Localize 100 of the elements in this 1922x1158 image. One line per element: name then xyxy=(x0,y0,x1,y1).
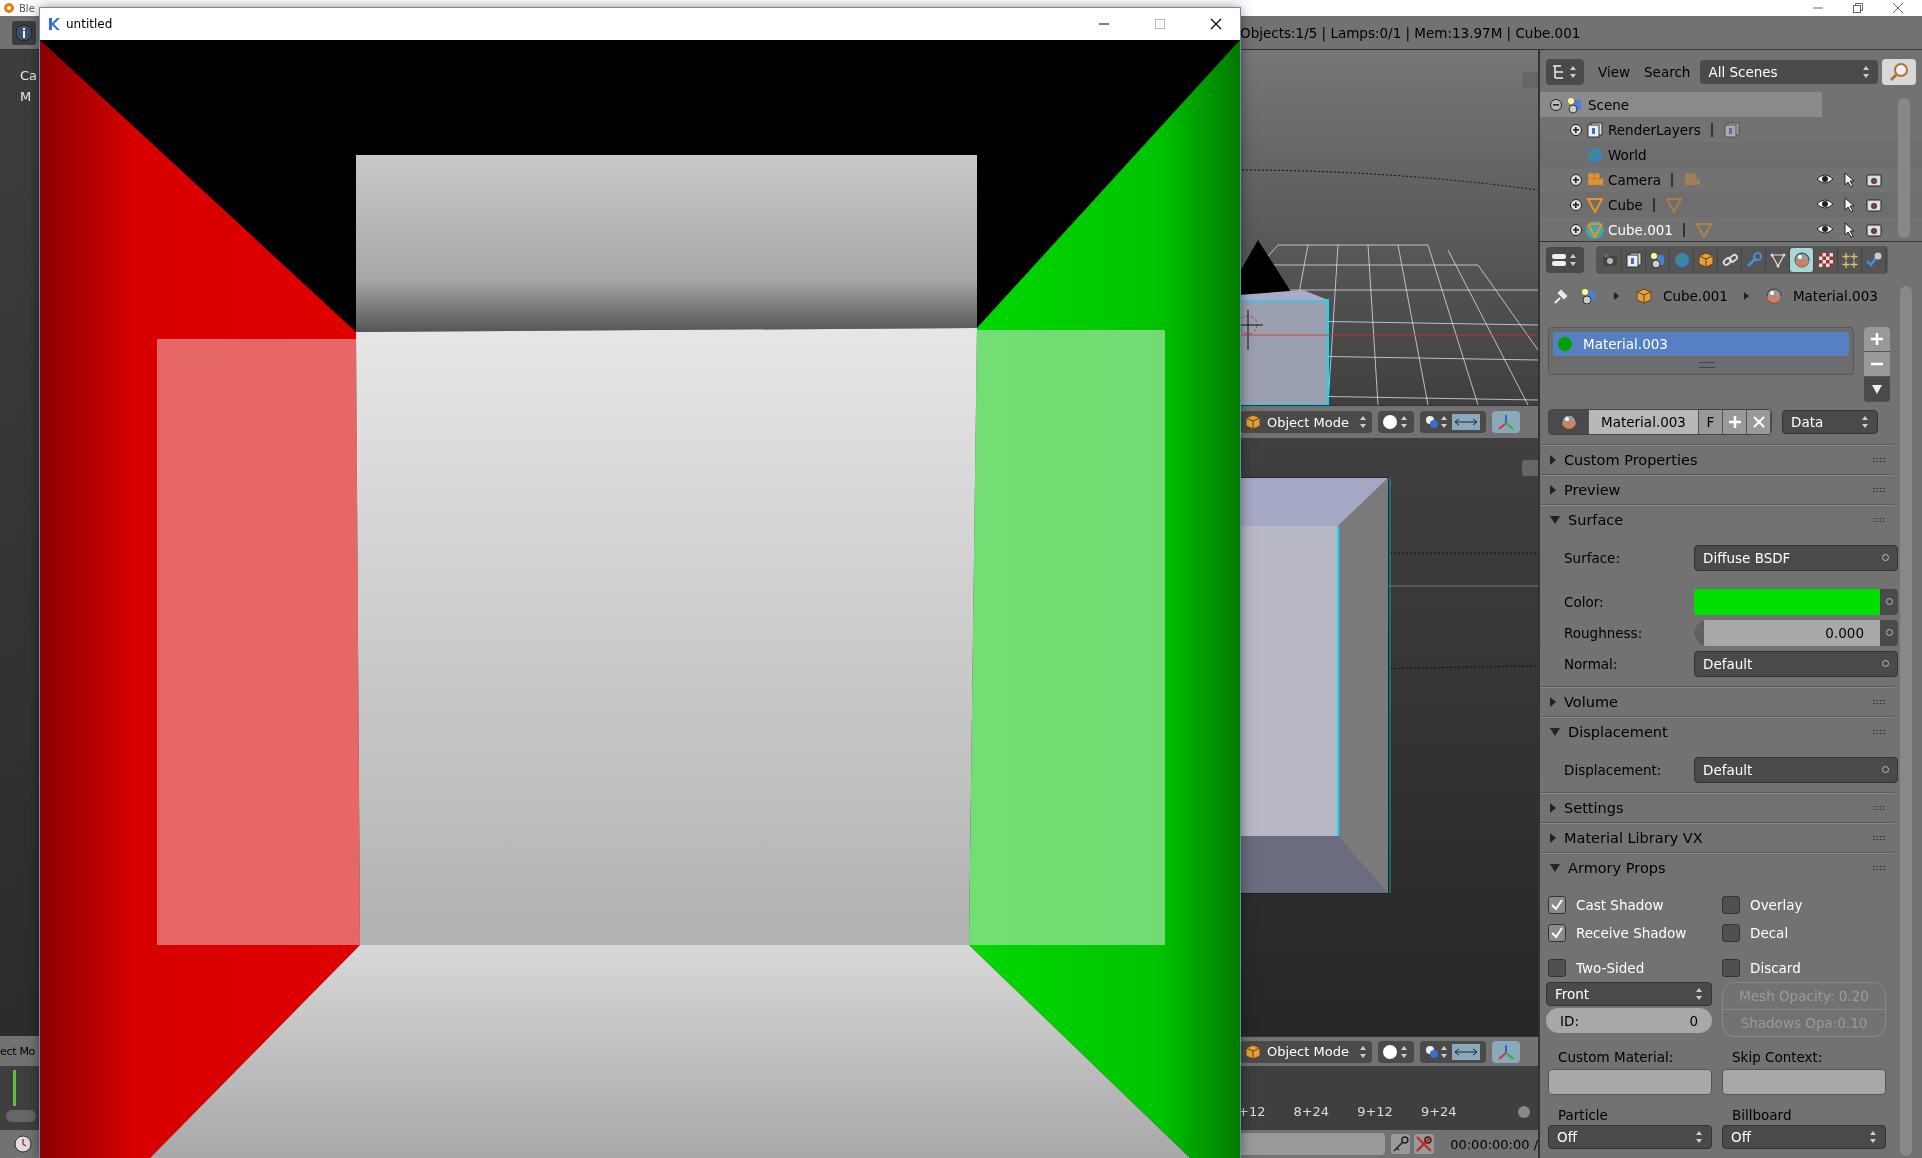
scene-filter-dropdown[interactable]: All Scenes xyxy=(1700,60,1878,84)
manipulator-toggle[interactable] xyxy=(1492,1040,1520,1063)
unlink-button[interactable] xyxy=(1747,410,1771,435)
fake-user-button[interactable]: F xyxy=(1699,410,1723,435)
checkbox[interactable]: Two-Sided xyxy=(1548,954,1712,983)
checkbox[interactable]: Cast Shadow xyxy=(1548,891,1712,920)
browse-material-button[interactable] xyxy=(1549,410,1589,435)
panel-header[interactable]: Settings xyxy=(1540,792,1894,823)
text-input-field[interactable] xyxy=(1548,1069,1712,1096)
checkbox[interactable]: Overlay xyxy=(1722,891,1886,920)
pivot-dropdown[interactable] xyxy=(1420,411,1486,433)
pointer-icon[interactable] xyxy=(1843,196,1857,213)
socket-button[interactable] xyxy=(1880,588,1898,615)
new-material-button[interactable] xyxy=(1723,410,1747,435)
expand-toggle[interactable] xyxy=(1570,123,1582,136)
tree-item-label[interactable]: Scene xyxy=(1588,96,1630,113)
pointer-icon[interactable] xyxy=(1843,221,1857,238)
panel-header[interactable]: Preview xyxy=(1540,474,1894,505)
add-slot-button[interactable] xyxy=(1864,327,1890,353)
menu-item[interactable]: Search xyxy=(1644,64,1691,80)
frame-tick-label: 9+12 xyxy=(1357,1104,1393,1119)
updown-arrows-icon xyxy=(1695,1130,1703,1145)
key-icon[interactable] xyxy=(1390,1134,1411,1154)
tree-item-label[interactable]: Cube.001 xyxy=(1608,221,1673,238)
shapes-icon xyxy=(1648,250,1667,269)
roughness-slider[interactable]: 0.000 xyxy=(1694,619,1880,646)
camera-icon[interactable] xyxy=(1866,221,1882,238)
camera-icon[interactable] xyxy=(1866,196,1882,213)
panel-header[interactable]: Volume xyxy=(1540,686,1894,717)
link-dropdown[interactable]: Data xyxy=(1782,410,1878,435)
checkbox[interactable]: Discard xyxy=(1722,954,1886,983)
keying-set-field[interactable] xyxy=(1238,1133,1385,1155)
manipulator-toggle[interactable] xyxy=(1492,411,1520,433)
material-name-field[interactable]: Material.003 xyxy=(1589,410,1699,435)
eye-icon[interactable] xyxy=(1816,171,1834,186)
panel-header[interactable]: Custom Properties xyxy=(1540,444,1894,475)
face-dropdown[interactable]: Front xyxy=(1546,982,1712,1007)
frame-tick-label: +12 xyxy=(1238,1104,1266,1119)
updown-arrows-icon xyxy=(1695,987,1703,1002)
menu-item[interactable]: View xyxy=(1598,64,1631,80)
expand-toggle[interactable] xyxy=(1570,173,1582,186)
expand-toggle[interactable] xyxy=(1570,198,1582,211)
shading-dropdown[interactable] xyxy=(1378,411,1414,433)
option-dropdown[interactable]: Off xyxy=(1548,1125,1712,1150)
close-icon[interactable] xyxy=(1210,18,1222,30)
remove-slot-button[interactable] xyxy=(1864,352,1890,378)
display-mode-dropdown[interactable] xyxy=(1546,59,1584,85)
pin-icon[interactable] xyxy=(1552,287,1570,306)
shading-dropdown[interactable] xyxy=(1378,1040,1414,1063)
text-input-field[interactable] xyxy=(1722,1069,1886,1096)
pointer-icon[interactable] xyxy=(1843,171,1857,188)
collapse-toggle[interactable] xyxy=(1550,98,1562,111)
mode-label: ect Mo xyxy=(0,1044,36,1058)
checkbox[interactable]: Receive Shadow xyxy=(1548,919,1712,948)
search-button[interactable] xyxy=(1882,59,1916,85)
pivot-dropdown[interactable] xyxy=(1420,1040,1486,1063)
window-title: untitled xyxy=(66,17,113,31)
tree-item-label[interactable]: Cube xyxy=(1608,196,1643,213)
tree-item-label[interactable]: RenderLayers xyxy=(1608,121,1701,138)
shapes-icon xyxy=(1580,287,1598,306)
panel-header[interactable]: Armory Props xyxy=(1540,852,1894,883)
panel-header[interactable]: Displacement xyxy=(1540,716,1894,747)
node-dropdown[interactable]: Default xyxy=(1694,650,1898,677)
updown-arrows-icon xyxy=(1861,415,1869,430)
tree-item-label[interactable]: Camera xyxy=(1608,171,1661,188)
material-slot[interactable]: Material.003 xyxy=(1553,332,1849,357)
updown-arrows-icon xyxy=(1862,65,1870,79)
mode-dropdown[interactable]: Object Mode xyxy=(1240,1040,1372,1063)
plus-icon xyxy=(1870,332,1884,347)
tree-item-label[interactable]: World xyxy=(1608,146,1647,163)
eye-icon[interactable] xyxy=(1816,196,1834,211)
clock-icon[interactable] xyxy=(14,1135,32,1153)
sphere-icon xyxy=(1764,287,1783,306)
socket-button[interactable] xyxy=(1880,619,1898,646)
restore-icon[interactable] xyxy=(1852,2,1864,14)
app-title: Ble xyxy=(19,2,35,14)
expand-toggle[interactable] xyxy=(1570,223,1582,236)
id-number-field[interactable]: ID: 0 xyxy=(1546,1008,1712,1034)
tree-view-icon xyxy=(1551,63,1579,81)
delete-key-icon[interactable] xyxy=(1414,1134,1435,1154)
properties-tab[interactable] xyxy=(1790,247,1814,272)
node-dropdown[interactable]: Diffuse BSDF xyxy=(1694,544,1898,571)
scrollbar xyxy=(1518,1106,1530,1118)
panel-header[interactable]: Material Library VX xyxy=(1540,822,1894,853)
timecode: 00:00:00:00 / xyxy=(1450,1136,1538,1152)
checkbox[interactable]: Decal xyxy=(1722,919,1886,948)
field-label: Normal: xyxy=(1564,655,1619,672)
resize-grip[interactable] xyxy=(1699,362,1715,369)
color-swatch[interactable] xyxy=(1694,588,1880,615)
eye-icon[interactable] xyxy=(1816,221,1834,236)
info-icon[interactable] xyxy=(12,20,36,45)
sphere-icon xyxy=(1382,414,1410,430)
option-dropdown[interactable]: Off xyxy=(1722,1125,1886,1150)
camera-icon[interactable] xyxy=(1866,171,1882,188)
mode-dropdown[interactable]: Object Mode xyxy=(1240,411,1372,433)
globe-icon xyxy=(1672,250,1691,269)
panel-header[interactable]: Surface xyxy=(1540,504,1894,535)
tool-shelf-label: M xyxy=(20,89,33,104)
editor-type-dropdown[interactable] xyxy=(1546,246,1584,273)
node-dropdown[interactable]: Default xyxy=(1694,756,1898,783)
